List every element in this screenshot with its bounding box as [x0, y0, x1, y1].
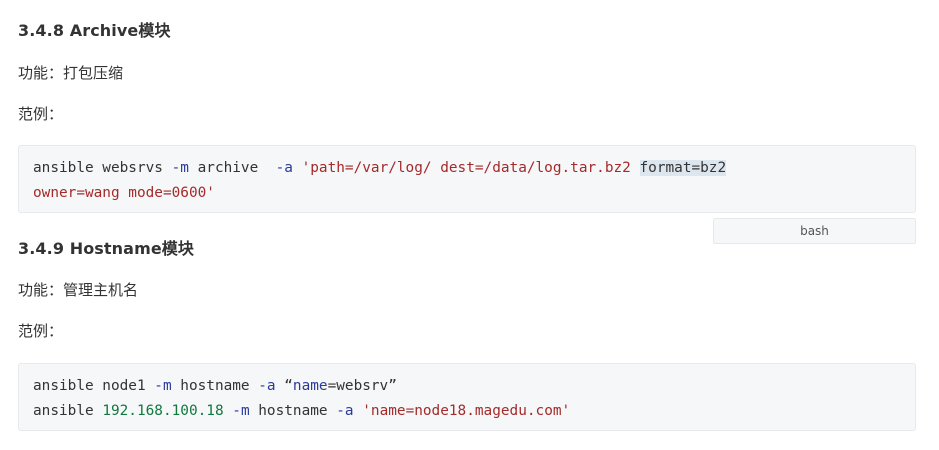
function-description: 功能：管理主机名: [18, 281, 139, 299]
function-description: 功能：打包压缩: [18, 64, 124, 82]
section-heading-hostname: 3.4.9 Hostname模块: [18, 239, 194, 258]
code-language-label[interactable]: bash: [713, 218, 916, 244]
code-option: -m: [171, 160, 189, 176]
code-number: 192.168.100.18: [102, 403, 224, 419]
selected-text: format=bz2: [639, 160, 727, 176]
code-text: hostname: [171, 378, 259, 394]
code-option: -m: [154, 378, 172, 394]
code-text: ansible node1: [33, 378, 155, 394]
code-string: 'name=node18.magedu.com': [362, 403, 571, 419]
code-text: =websrv”: [327, 378, 397, 394]
code-block-hostname[interactable]: ansible node1 -m hostname -a “name=websr…: [18, 363, 916, 431]
code-text: archive: [188, 160, 276, 176]
example-label: 范例：: [18, 105, 64, 123]
code-string: owner=wang mode=0600': [33, 185, 215, 201]
code-keyword: name: [292, 378, 328, 394]
code-text: “: [275, 378, 293, 394]
code-block-archive[interactable]: ansible websrvs -m archive -a 'path=/var…: [18, 145, 916, 213]
code-option: -a: [275, 160, 293, 176]
code-string: 'path=/var/log/ dest=/data/log.tar.bz2: [301, 160, 640, 176]
code-option: -a: [336, 403, 354, 419]
code-option: -m: [232, 403, 250, 419]
code-text: ansible: [33, 403, 103, 419]
code-text: ansible websrvs: [33, 160, 172, 176]
section-heading-archive: 3.4.8 Archive模块: [18, 21, 171, 40]
code-text: hostname: [249, 403, 337, 419]
code-option: -a: [258, 378, 276, 394]
example-label: 范例：: [18, 322, 64, 340]
